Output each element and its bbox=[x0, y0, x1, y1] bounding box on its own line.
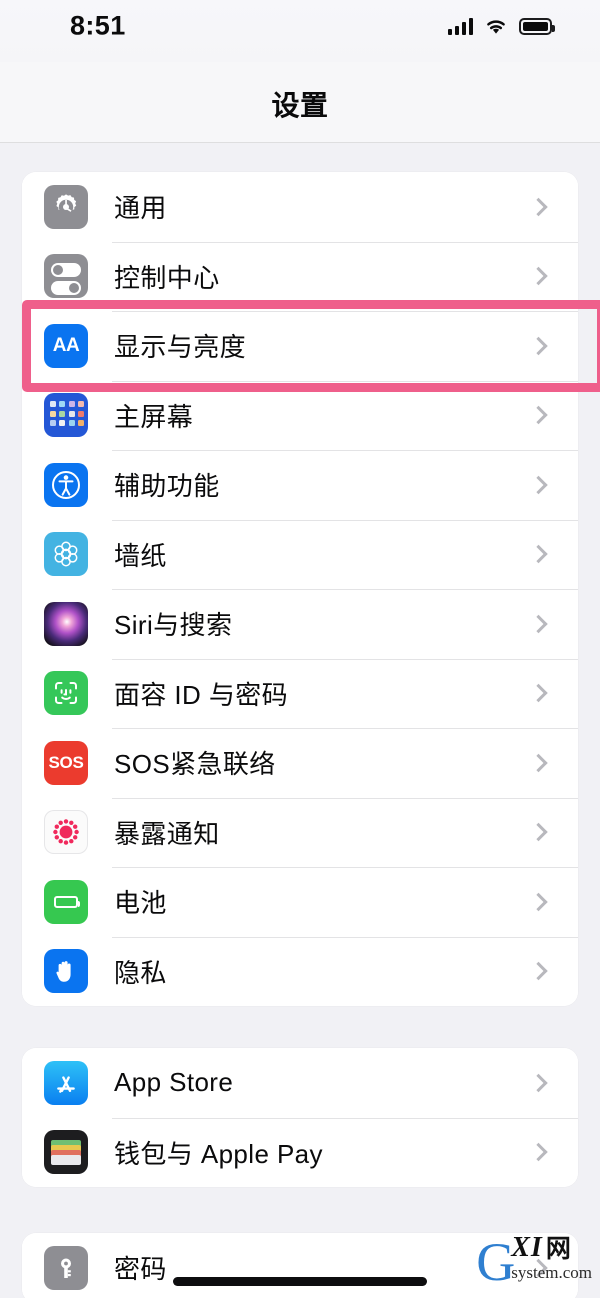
settings-row-label: 显示与亮度 bbox=[114, 332, 247, 363]
settings-row-label: 墙纸 bbox=[114, 540, 167, 571]
navigation-bar: 设置 bbox=[0, 62, 600, 143]
settings-row-wallpaper[interactable]: 墙纸 bbox=[22, 519, 578, 589]
settings-row-label: 密码 bbox=[114, 1254, 167, 1285]
settings-row-label: SOS紧急联络 bbox=[114, 749, 276, 780]
settings-row-app-store[interactable]: App Store bbox=[22, 1048, 578, 1118]
status-bar: 8:51 bbox=[0, 0, 600, 62]
status-bar-indicators bbox=[448, 17, 555, 35]
wallet-icon bbox=[44, 1130, 88, 1175]
chevron-right-icon bbox=[529, 1143, 548, 1162]
settings-row-wallet-apple-pay[interactable]: 钱包与 Apple Pay bbox=[22, 1117, 578, 1187]
chevron-right-icon bbox=[529, 475, 548, 494]
watermark-letter: G bbox=[476, 1231, 516, 1292]
chevron-right-icon bbox=[529, 197, 548, 216]
chevron-right-icon bbox=[529, 545, 548, 564]
watermark-domain: system.com bbox=[511, 1263, 592, 1282]
settings-row-control-center[interactable]: 控制中心 bbox=[22, 241, 578, 311]
settings-row-label: 面容 ID 与密码 bbox=[114, 679, 289, 710]
settings-row-label: 控制中心 bbox=[114, 262, 220, 293]
settings-row-general[interactable]: 通用 bbox=[22, 172, 578, 242]
chevron-right-icon bbox=[529, 614, 548, 633]
settings-list: 通用 控制中心 AA 显示与亮度 主屏幕 辅助功能 墙纸 Siri与搜索 面容 … bbox=[0, 143, 600, 1298]
settings-group-system: 通用 控制中心 AA 显示与亮度 主屏幕 辅助功能 墙纸 Siri与搜索 面容 … bbox=[22, 172, 578, 1006]
passwords-key-icon bbox=[44, 1245, 88, 1290]
page-title: 设置 bbox=[271, 90, 329, 121]
sos-icon: SOS bbox=[44, 740, 88, 785]
siri-icon bbox=[44, 601, 88, 646]
settings-row-label: 电池 bbox=[114, 888, 167, 919]
chevron-right-icon bbox=[529, 684, 548, 703]
wifi-icon bbox=[484, 17, 508, 35]
chevron-right-icon bbox=[529, 1073, 548, 1092]
watermark: G XI 网 system.com bbox=[476, 1231, 592, 1292]
chevron-right-icon bbox=[529, 336, 548, 355]
settings-row-battery[interactable]: 电池 bbox=[22, 867, 578, 937]
chevron-right-icon bbox=[529, 406, 548, 425]
settings-row-label: 暴露通知 bbox=[114, 818, 220, 849]
settings-row-label: 隐私 bbox=[114, 957, 167, 988]
chevron-right-icon bbox=[529, 962, 548, 981]
settings-row-siri-search[interactable]: Siri与搜索 bbox=[22, 589, 578, 659]
watermark-mid: XI bbox=[511, 1232, 543, 1263]
home-indicator[interactable] bbox=[173, 1277, 427, 1286]
chevron-right-icon bbox=[529, 267, 548, 286]
settings-row-label: App Store bbox=[114, 1067, 234, 1098]
settings-row-home-screen[interactable]: 主屏幕 bbox=[22, 380, 578, 450]
control-center-icon bbox=[44, 254, 88, 299]
chevron-right-icon bbox=[529, 892, 548, 911]
accessibility-icon bbox=[44, 462, 88, 507]
settings-row-label: 钱包与 Apple Pay bbox=[114, 1138, 323, 1169]
status-bar-time: 8:51 bbox=[70, 10, 126, 41]
home-screen-icon bbox=[44, 393, 88, 438]
chevron-right-icon bbox=[529, 823, 548, 842]
privacy-hand-icon bbox=[44, 949, 88, 994]
gear-icon bbox=[44, 184, 88, 229]
settings-row-label: 通用 bbox=[114, 193, 167, 224]
settings-row-exposure-notifications[interactable]: 暴露通知 bbox=[22, 797, 578, 867]
watermark-cjk: 网 bbox=[545, 1233, 571, 1263]
settings-row-label: 主屏幕 bbox=[114, 401, 194, 432]
settings-row-privacy[interactable]: 隐私 bbox=[22, 936, 578, 1006]
settings-group-store: App Store 钱包与 Apple Pay bbox=[22, 1048, 578, 1187]
settings-row-face-id-passcode[interactable]: 面容 ID 与密码 bbox=[22, 658, 578, 728]
chevron-right-icon bbox=[529, 753, 548, 772]
battery-full-icon bbox=[519, 17, 555, 35]
wallpaper-icon bbox=[44, 532, 88, 577]
battery-icon bbox=[44, 879, 88, 924]
iphone-settings-screen: 8:51 设置 通用 控制中心 AA 显示与亮度 主屏幕 辅助功能 墙纸 Sir… bbox=[0, 0, 600, 1298]
settings-row-label: Siri与搜索 bbox=[114, 610, 233, 641]
settings-row-display-brightness[interactable]: AA 显示与亮度 bbox=[22, 311, 578, 381]
signal-bars-icon bbox=[448, 17, 473, 35]
app-store-icon bbox=[44, 1060, 88, 1105]
settings-row-accessibility[interactable]: 辅助功能 bbox=[22, 450, 578, 520]
settings-row-label: 辅助功能 bbox=[114, 471, 220, 502]
settings-row-emergency-sos[interactable]: SOS SOS紧急联络 bbox=[22, 728, 578, 798]
face-id-icon bbox=[44, 671, 88, 716]
exposure-notification-icon bbox=[44, 810, 88, 855]
display-brightness-icon: AA bbox=[44, 323, 88, 368]
